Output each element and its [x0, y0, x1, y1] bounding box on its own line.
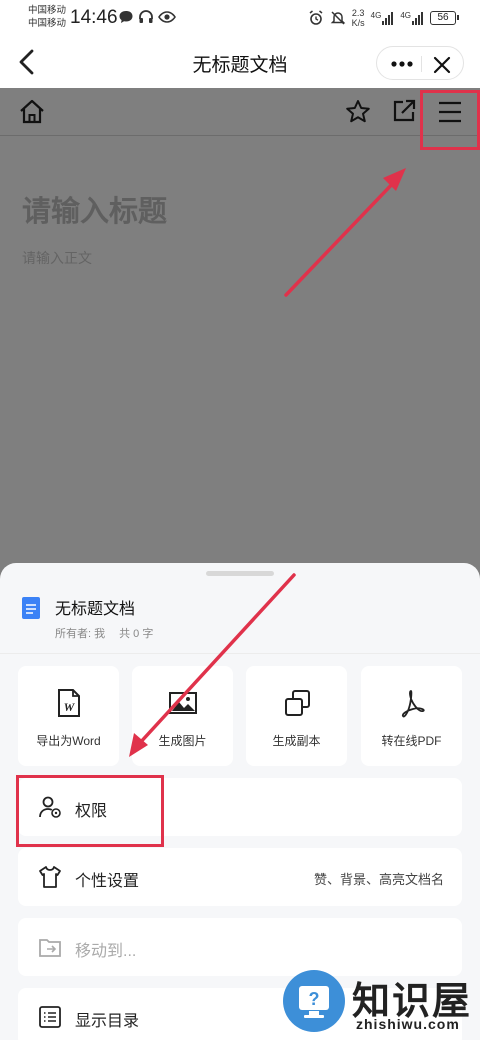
row-label: 移动到... [75, 943, 137, 960]
notification-icons [118, 9, 176, 25]
signal-2: 4G [400, 11, 424, 25]
divider [0, 653, 480, 654]
tshirt-icon [39, 866, 61, 888]
convert-pdf-button[interactable]: 转在线PDF [361, 666, 462, 766]
outline-list-icon [39, 1006, 61, 1028]
svg-text:W: W [64, 700, 76, 714]
net-type-2: 4G [400, 11, 411, 20]
network-speed: 2.3 K/s [352, 8, 365, 28]
system-icons: 2.3 K/s 4G 4G 56 [308, 8, 459, 28]
status-bar: 中国移动 中国移动 14:46 2.3 K/s 4G 4G 56 [0, 0, 480, 36]
speed-value: 2.3 [351, 8, 365, 18]
document-icon [22, 597, 40, 619]
battery-icon: 56 [430, 11, 459, 25]
alarm-icon [309, 10, 323, 25]
quick-actions: W 导出为Word 生成图片 生成副本 转在线PDF [18, 666, 462, 766]
pdf-icon [401, 690, 425, 718]
row-hint: 赞、背景、高亮文档名 [313, 872, 444, 887]
word-file-icon: W [58, 689, 80, 717]
message-icon [119, 11, 133, 23]
word-count: 共 0 字 [119, 628, 154, 640]
signal-bars-icon [412, 12, 423, 25]
image-icon [169, 692, 197, 714]
menu-highlight-box [420, 90, 480, 150]
signal-1: 4G [371, 11, 395, 25]
row-label: 个性设置 [75, 873, 140, 890]
action-label: 生成图片 [158, 734, 207, 748]
personalize-row[interactable]: 个性设置 赞、背景、高亮文档名 [18, 848, 462, 906]
action-label: 导出为Word [36, 734, 101, 748]
owner-label: 所有者: 我 [55, 628, 106, 640]
carrier-labels: 中国移动 中国移动 [28, 4, 66, 30]
carrier-2: 中国移动 [28, 18, 67, 29]
export-word-button[interactable]: W 导出为Word [18, 666, 119, 766]
generate-image-button[interactable]: 生成图片 [132, 666, 233, 766]
permission-highlight-box [16, 775, 164, 847]
folder-move-icon [39, 939, 61, 957]
doc-meta: 所有者: 我 共 0 字 [55, 625, 153, 641]
watermark-url: zhishiwu.com [356, 1016, 460, 1032]
action-label: 生成副本 [272, 734, 321, 748]
sheet-doc-name: 无标题文档 [55, 601, 136, 618]
action-label: 转在线PDF [381, 734, 442, 748]
miniprogram-capsule [376, 46, 464, 80]
capsule-divider [421, 56, 422, 72]
status-clock: 14:46 [70, 7, 118, 28]
watermark-logo: ? [283, 970, 345, 1032]
speed-unit: K/s [351, 18, 365, 28]
svg-text:?: ? [309, 989, 320, 1009]
nav-bar: 无标题文档 [0, 36, 480, 88]
row-label: 显示目录 [75, 1013, 140, 1030]
sheet-handle[interactable] [206, 571, 274, 576]
net-type-1: 4G [370, 11, 382, 20]
copy-icon [285, 690, 310, 716]
move-to-row[interactable]: 移动到... [18, 918, 462, 976]
headphones-icon [139, 10, 153, 23]
eye-icon [158, 11, 176, 23]
signal-bars-icon [382, 12, 394, 25]
carrier-1: 中国移动 [28, 5, 67, 16]
sheet-header: 无标题文档 所有者: 我 共 0 字 [0, 581, 480, 653]
more-dots-icon[interactable] [389, 57, 415, 71]
close-icon[interactable] [433, 56, 451, 74]
make-copy-button[interactable]: 生成副本 [246, 666, 347, 766]
mute-bell-icon [330, 11, 345, 25]
question-monitor-icon: ? [299, 986, 329, 1018]
